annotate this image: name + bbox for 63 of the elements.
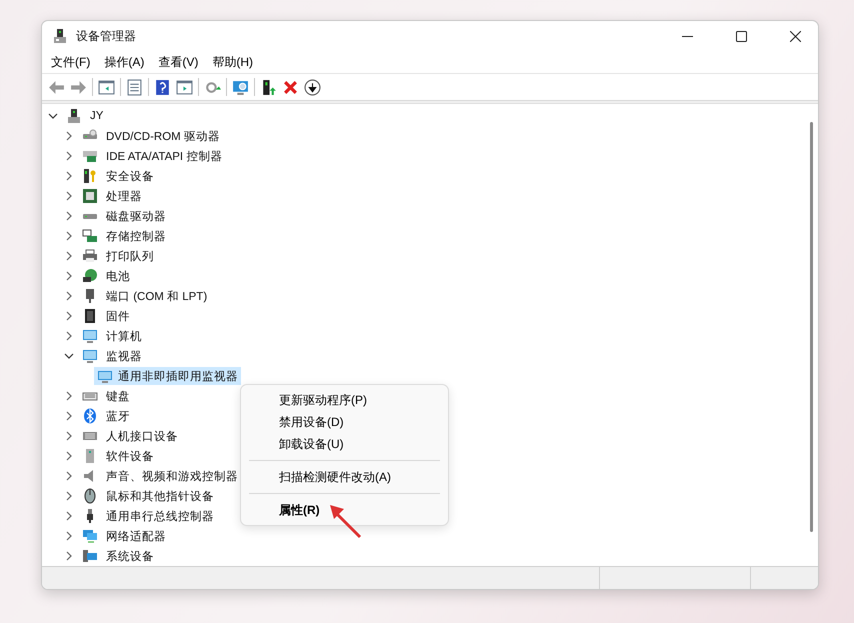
tree-item[interactable]: JY [87,109,106,123]
mouse-icon [82,488,98,504]
help-icon[interactable] [154,78,171,96]
menu-item[interactable]: 查看(V) [153,54,208,70]
storage-icon [82,228,98,244]
menu-item[interactable]: 禁用设备(D) [241,411,448,433]
tree-item[interactable]: 安全设备 [103,168,157,184]
tree-item[interactable]: 人机接口设备 [103,428,181,444]
tree-item[interactable]: 电池 [103,268,133,284]
tree-item[interactable]: DVD/CD-ROM 驱动器 [103,128,223,144]
monitor-icon [82,348,98,364]
tree-item[interactable]: 监视器 [103,348,145,364]
menu-item[interactable]: 属性(R) [241,499,448,521]
tree-item[interactable]: 软件设备 [103,448,157,464]
arrow-annotation [328,503,362,539]
tree-item[interactable]: 计算机 [103,328,145,344]
tree-item[interactable]: 通用串行总线控制器 [103,508,217,524]
panel-icon[interactable] [176,78,193,96]
back-icon[interactable] [48,78,65,96]
monitor-search-icon[interactable] [232,78,249,96]
tree-item[interactable]: 磁盘驱动器 [103,208,169,224]
computer-icon [82,548,98,564]
tree-item[interactable]: 存储控制器 [103,228,169,244]
tree-item[interactable]: 端口 (COM 和 LPT) [103,288,210,304]
computer-icon [66,108,82,124]
properties-icon[interactable] [126,78,143,96]
close-icon [790,30,800,42]
remove-icon[interactable] [282,78,299,96]
tree-item[interactable]: IDE ATA/ATAPI 控制器 [103,148,226,164]
menu-item[interactable]: 文件(F) [46,54,100,70]
monitor-icon [82,328,98,344]
network-icon [82,528,98,544]
app-icon [52,28,68,44]
tree-item[interactable]: 系统设备 [103,548,157,564]
maximize-icon [736,30,746,42]
tree-item[interactable]: 键盘 [103,388,133,404]
chip-icon [82,308,98,324]
menu-item[interactable]: 操作(A) [99,54,154,70]
tree-item[interactable]: 鼠标和其他指针设备 [103,488,217,504]
tree-item[interactable]: 固件 [103,308,133,324]
monitor-icon [97,368,113,384]
tree-item[interactable]: 处理器 [103,188,145,204]
tree-item[interactable]: 通用非即插即用监视器 [94,367,241,385]
menu-item[interactable]: 扫描检测硬件改动(A) [241,466,448,488]
menu-item[interactable]: 帮助(H) [207,54,262,70]
download-icon[interactable] [304,78,321,96]
window-title: 设备管理器 [76,28,137,44]
device-add-icon[interactable] [260,78,277,96]
chip-icon [82,188,98,204]
printer-icon [82,248,98,264]
menu-item[interactable]: 更新驱动程序(P) [241,389,448,411]
key-icon [82,168,98,184]
controller-icon [82,148,98,164]
tree-item[interactable]: 声音、视频和游戏控制器 [103,468,241,484]
bluetooth-icon [82,408,98,424]
tree-item[interactable]: 网络适配器 [103,528,169,544]
tree-item[interactable]: 蓝牙 [103,408,133,424]
menu-item[interactable]: 卸载设备(U) [241,433,448,455]
scrollbar-thumb[interactable] [810,122,813,532]
battery-icon [82,268,98,284]
tree-item[interactable]: 打印队列 [103,248,157,264]
forward-icon[interactable] [70,78,87,96]
panel-icon[interactable] [98,78,115,96]
